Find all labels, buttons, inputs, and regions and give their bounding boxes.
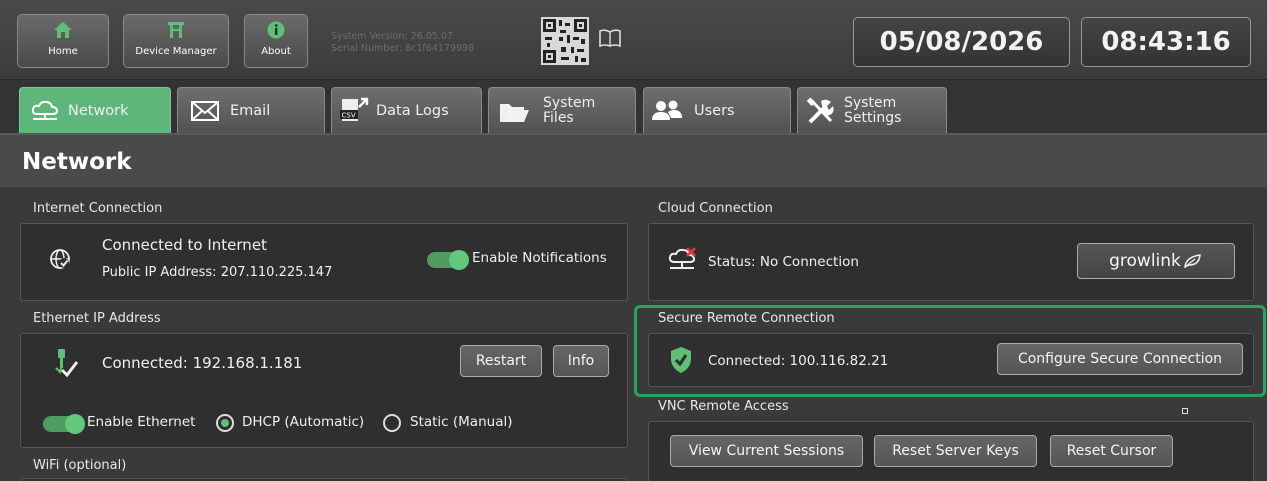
device-manager-button[interactable]: Device Manager	[123, 14, 229, 68]
system-info: System Version: 26.05.07 Serial Number: …	[331, 31, 474, 55]
vnc-heading: VNC Remote Access	[658, 399, 789, 414]
home-icon	[53, 21, 73, 39]
growlink-button[interactable]: growlink	[1077, 243, 1235, 279]
dhcp-radio[interactable]	[216, 414, 234, 432]
tab-system-settings-label: System Settings	[844, 94, 902, 126]
cloud-disconnected-icon	[668, 247, 696, 269]
cloud-network-icon	[28, 96, 62, 126]
tab-network-label: Network	[68, 102, 129, 119]
tab-email[interactable]: Email	[177, 87, 325, 133]
internet-connection-heading: Internet Connection	[33, 201, 163, 216]
ethernet-heading: Ethernet IP Address	[33, 311, 161, 326]
public-ip: Public IP Address: 207.110.225.147	[102, 265, 333, 280]
ethernet-panel: Connected: 192.168.1.181 Restart Info En…	[20, 333, 628, 448]
cloud-connection-heading: Cloud Connection	[658, 201, 773, 216]
device-manager-icon	[166, 21, 186, 39]
home-label: Home	[48, 46, 78, 57]
home-button[interactable]: Home	[17, 14, 109, 68]
qr-code-icon[interactable]	[541, 17, 589, 65]
ethernet-plug-icon	[55, 349, 79, 378]
dhcp-label: DHCP (Automatic)	[242, 414, 365, 430]
growlink-label: growlink	[1109, 251, 1181, 271]
secure-connection-highlight	[634, 305, 1266, 397]
reset-cursor-button[interactable]: Reset Cursor	[1050, 435, 1173, 467]
leaf-icon	[1184, 254, 1201, 269]
globe-check-icon	[50, 249, 70, 269]
ethernet-info-button[interactable]: Info	[553, 345, 609, 377]
serial-number: Serial Number: 8c1f64179998	[331, 43, 475, 54]
users-icon	[650, 96, 684, 126]
date-display: 05/08/2026	[853, 17, 1070, 67]
static-label: Static (Manual)	[410, 414, 513, 430]
time-display: 08:43:16	[1081, 17, 1251, 67]
enable-ethernet-label: Enable Ethernet	[87, 414, 196, 430]
top-bar: Home Device Manager About System Version…	[0, 0, 1267, 80]
ethernet-status: Connected: 192.168.1.181	[102, 354, 303, 372]
notifications-label: Enable Notifications	[472, 250, 607, 266]
vnc-panel: View Current Sessions Reset Server Keys …	[648, 421, 1254, 481]
envelope-icon	[188, 96, 222, 126]
about-label: About	[261, 46, 291, 57]
tab-bar: Network Email CSV Data Logs System Files…	[0, 80, 1267, 133]
reset-server-keys-button[interactable]: Reset Server Keys	[874, 435, 1037, 467]
internet-connection-panel: Connected to Internet Public IP Address:…	[20, 223, 628, 301]
tools-icon	[804, 96, 838, 126]
static-radio[interactable]	[383, 414, 401, 432]
system-version: System Version: 26.05.07	[331, 31, 453, 42]
enable-ethernet-toggle[interactable]	[43, 414, 85, 434]
notifications-toggle[interactable]	[427, 250, 469, 270]
about-button[interactable]: About	[244, 14, 308, 68]
cursor-marker	[1182, 408, 1188, 414]
info-icon	[266, 21, 286, 39]
csv-export-icon: CSV	[338, 96, 372, 126]
cloud-status: Status: No Connection	[708, 254, 859, 270]
view-sessions-button[interactable]: View Current Sessions	[670, 435, 863, 467]
folder-icon	[497, 96, 531, 126]
tab-data-logs-label: Data Logs	[376, 102, 449, 119]
wifi-heading: WiFi (optional)	[33, 458, 127, 473]
tab-network[interactable]: Network	[19, 87, 171, 133]
svg-text:CSV: CSV	[342, 111, 356, 119]
internet-status: Connected to Internet	[102, 236, 267, 254]
restart-button[interactable]: Restart	[460, 345, 542, 377]
tab-users[interactable]: Users	[643, 87, 791, 133]
page-title: Network	[0, 133, 1267, 187]
tab-system-files-label: System Files	[543, 94, 596, 126]
manual-book-icon[interactable]	[598, 28, 622, 48]
tab-email-label: Email	[230, 102, 271, 119]
tab-system-settings[interactable]: System Settings	[797, 87, 947, 133]
cloud-connection-panel: Status: No Connection growlink	[648, 223, 1254, 301]
tab-users-label: Users	[694, 102, 735, 119]
device-manager-label: Device Manager	[135, 46, 217, 57]
tab-data-logs[interactable]: CSV Data Logs	[331, 87, 482, 133]
tab-system-files[interactable]: System Files	[488, 87, 636, 133]
